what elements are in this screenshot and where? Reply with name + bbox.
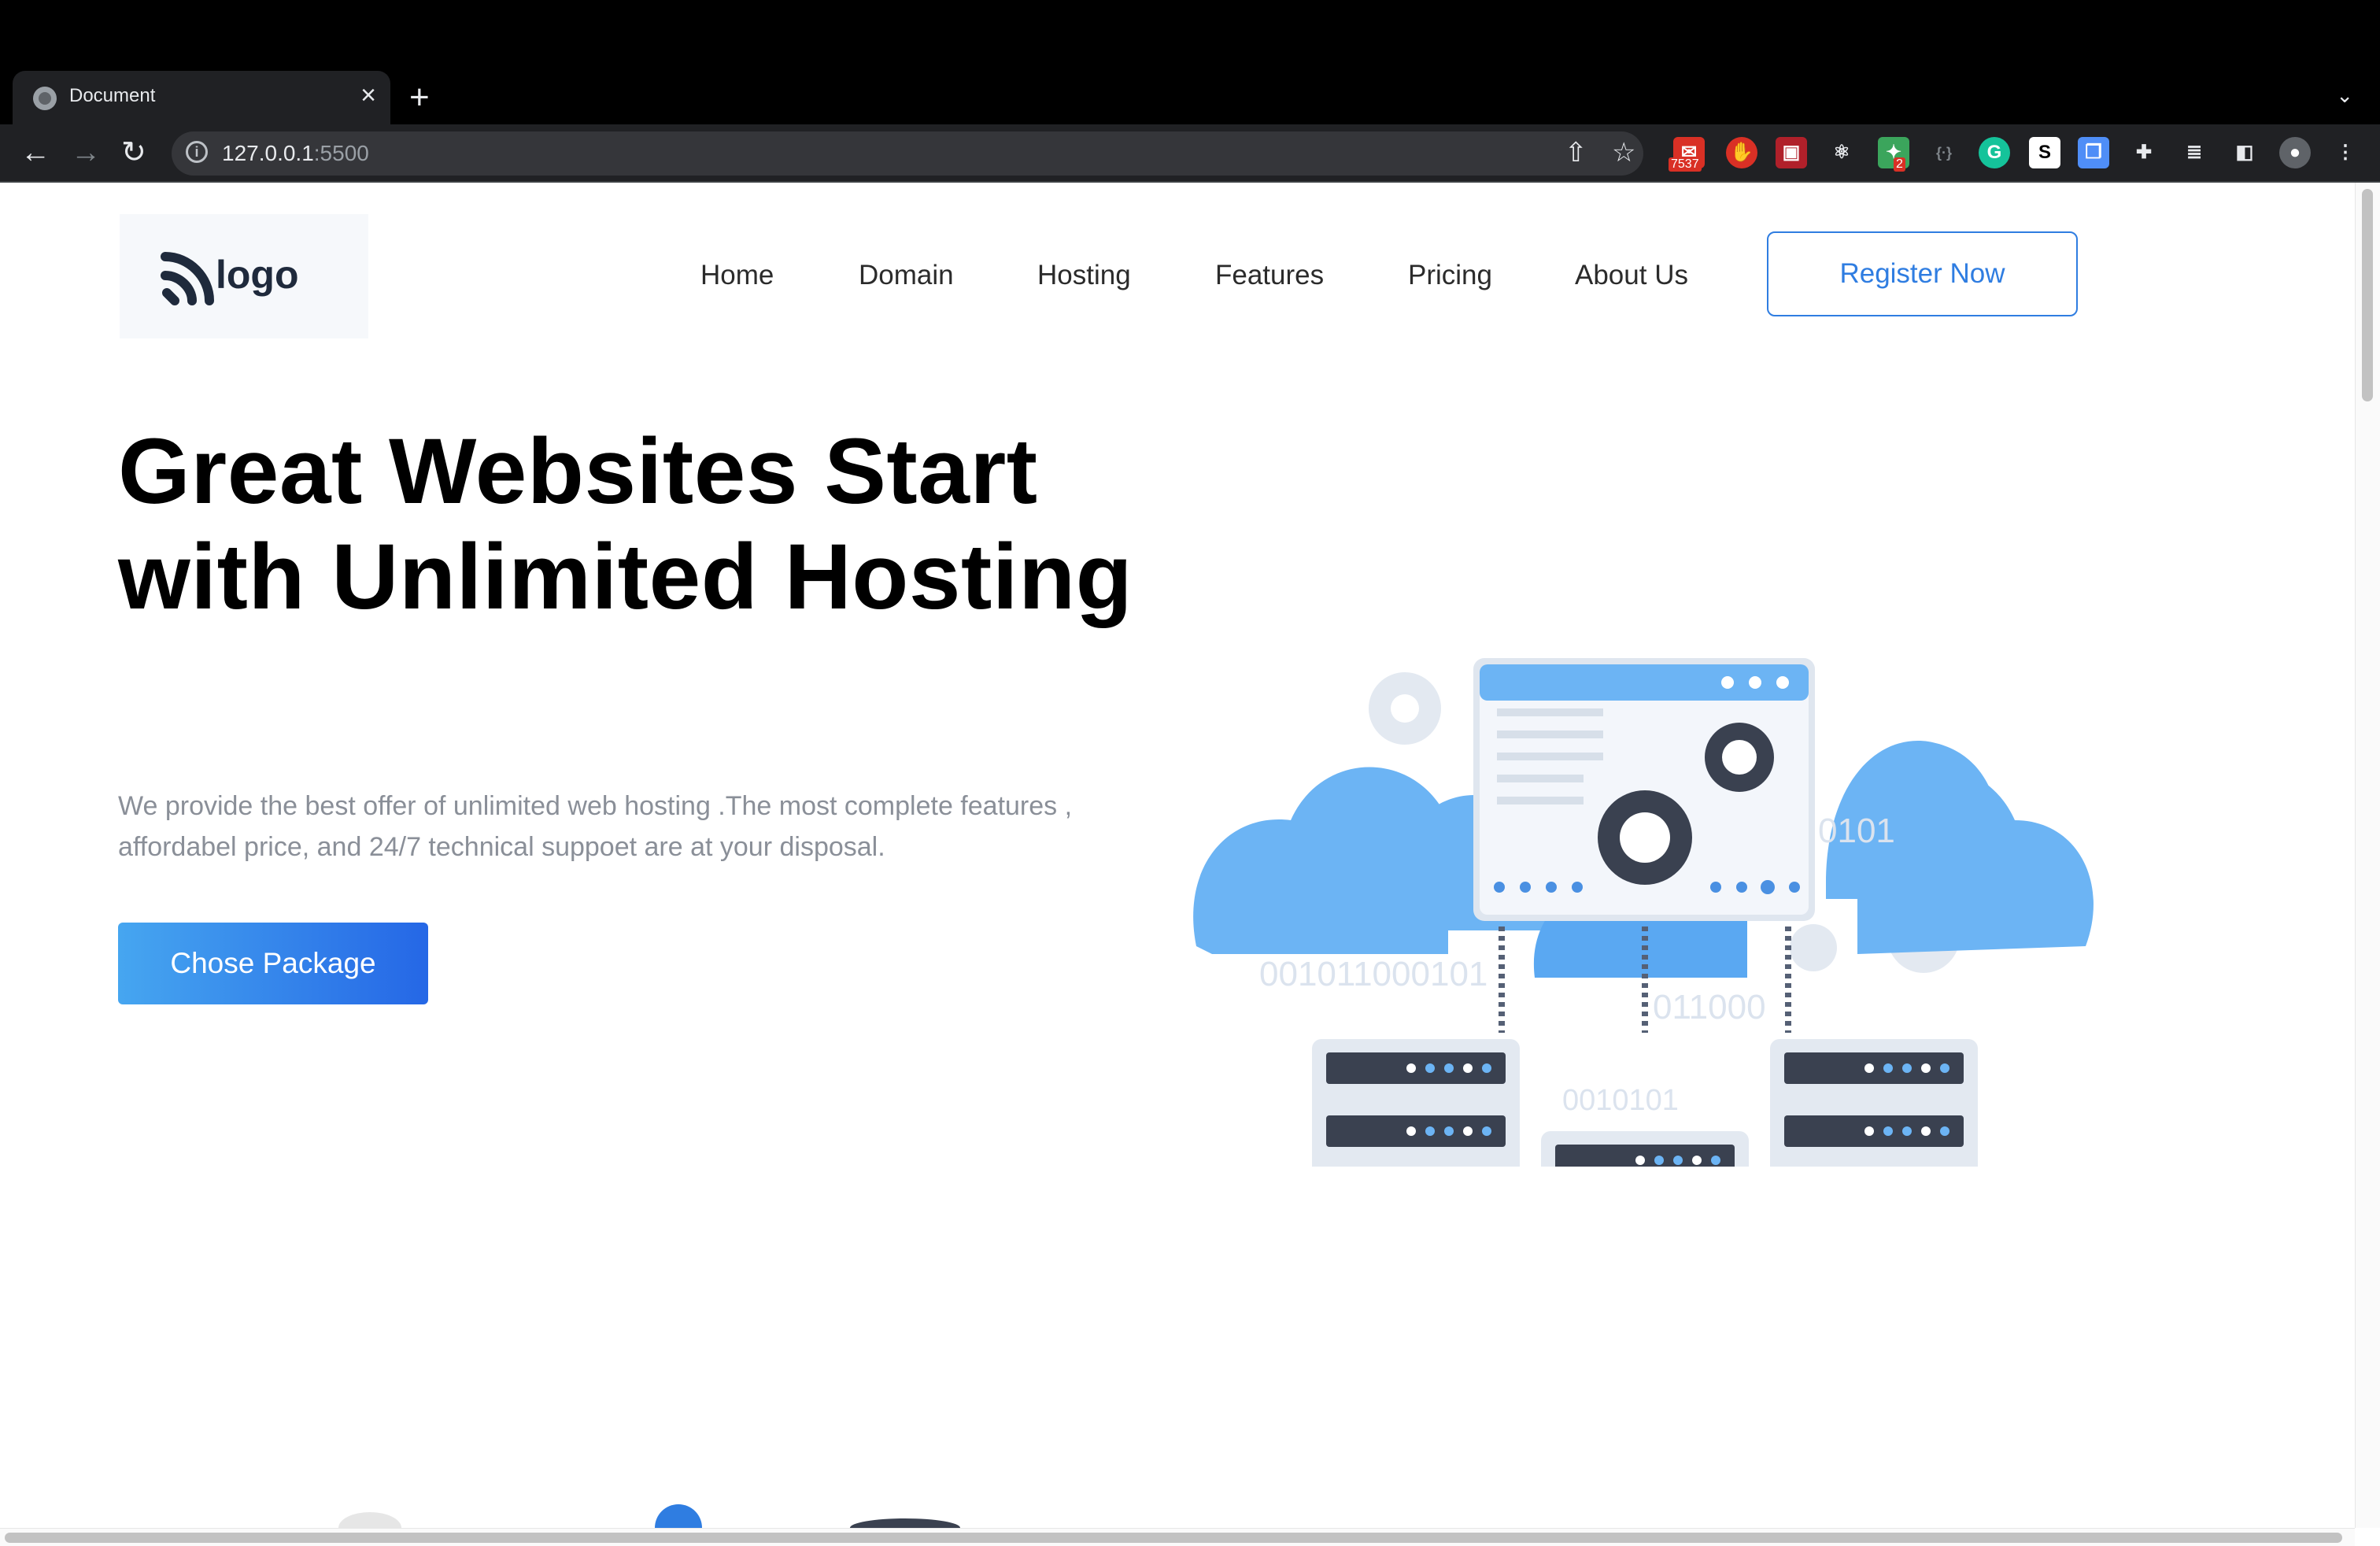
server-led: [1406, 1126, 1416, 1136]
server-led: [1482, 1126, 1491, 1136]
extensions-puzzle-icon[interactable]: ✚: [2128, 137, 2160, 168]
server-led: [1940, 1126, 1949, 1136]
server-led: [1883, 1063, 1893, 1073]
gear-icon: [655, 1504, 702, 1528]
server-rack-left: [1312, 1039, 1520, 1167]
decorative-gear-icon: [1790, 924, 1837, 971]
browser-tab[interactable]: Document ×: [13, 71, 390, 124]
server-led: [1654, 1156, 1664, 1165]
react-devtools-icon[interactable]: ⚛: [1826, 137, 1857, 168]
server-led: [1482, 1063, 1491, 1073]
adblock-extension-icon[interactable]: ✋: [1726, 137, 1757, 168]
server-led: [1406, 1063, 1416, 1073]
server-led: [1425, 1126, 1435, 1136]
server-led: [1444, 1126, 1454, 1136]
profile-avatar[interactable]: ●: [2279, 137, 2311, 168]
hero-description: We provide the best offer of unlimited w…: [118, 791, 1073, 862]
browser-chrome: Document × + ⌄ ← → ↻ i 127.0.0.1:5500 ⇧ …: [0, 0, 2380, 183]
tab-strip: Document × + ⌄: [0, 0, 2380, 124]
server-led: [1635, 1156, 1645, 1165]
grammarly-icon[interactable]: G: [1979, 137, 2010, 168]
nav-pricing[interactable]: Pricing: [1408, 260, 1492, 291]
cloud-icon: [1857, 767, 2094, 954]
site-logo[interactable]: logo: [120, 214, 368, 338]
server-led: [1864, 1126, 1874, 1136]
globe-icon: [33, 87, 57, 110]
multi-extension-icon[interactable]: ✦ 2: [1878, 137, 1909, 172]
tab-title: Document: [69, 85, 156, 106]
binary-text: 0101: [1818, 812, 1895, 850]
server-led: [1425, 1063, 1435, 1073]
web-page: logo Home Domain Hosting Features Pricin…: [0, 183, 2355, 1528]
next-section-preview: [338, 1504, 960, 1528]
binary-text: 0010101: [1562, 1084, 1679, 1117]
new-tab-button[interactable]: +: [409, 76, 430, 120]
code-extension-icon[interactable]: {·}: [1928, 137, 1960, 168]
bookmark-star-icon[interactable]: ☆: [1612, 137, 1635, 168]
binary-text: 001011000101: [1259, 955, 1488, 993]
server-led: [1444, 1063, 1454, 1073]
address-bar[interactable]: i 127.0.0.1:5500 ⇧ ☆: [172, 131, 1643, 176]
server-led: [1883, 1126, 1893, 1136]
server-led: [1463, 1126, 1473, 1136]
horizontal-scrollbar[interactable]: [0, 1528, 2355, 1546]
server-led: [1921, 1063, 1931, 1073]
server-rack-right: [1770, 1039, 1978, 1167]
decorative-gear-icon: [1369, 672, 1441, 745]
server-led: [1463, 1063, 1473, 1073]
reload-icon[interactable]: ↻: [121, 132, 146, 173]
nav-home[interactable]: Home: [700, 260, 774, 291]
media-controls-icon[interactable]: ≣: [2179, 137, 2210, 168]
docs-extension-icon[interactable]: ❐: [2078, 137, 2109, 168]
binary-text: 011000: [1653, 988, 1766, 1026]
mail-extension-icon[interactable]: ✉ 7537: [1669, 137, 1705, 172]
server-led: [1692, 1156, 1702, 1165]
image-extension-icon[interactable]: ▣: [1776, 137, 1807, 168]
nav-domain[interactable]: Domain: [859, 260, 954, 291]
s-extension-icon[interactable]: S: [2029, 137, 2060, 168]
vertical-scrollbar[interactable]: [2355, 183, 2380, 1528]
back-icon[interactable]: ←: [20, 132, 50, 173]
cloud-icon: [1193, 767, 1448, 954]
hero-title: Great Websites Start with Unlimited Host…: [118, 420, 1133, 629]
tab-search-icon[interactable]: ⌄: [2336, 83, 2353, 108]
window-panel: [1473, 658, 1815, 921]
nav-features[interactable]: Features: [1215, 260, 1324, 291]
register-now-button[interactable]: Register Now: [1767, 231, 2078, 316]
scrollbar-thumb[interactable]: [5, 1533, 2342, 1543]
server-led: [1902, 1063, 1912, 1073]
close-tab-icon[interactable]: ×: [360, 80, 376, 111]
hosting-illustration: 0101 001011000101 011000 0010101: [1193, 658, 2094, 1167]
share-icon[interactable]: ⇧: [1565, 137, 1587, 168]
server-led: [1940, 1063, 1949, 1073]
url-text: 127.0.0.1:5500: [222, 141, 369, 165]
browser-toolbar: ← → ↻ i 127.0.0.1:5500 ⇧ ☆ ✉ 7537 ✋ ▣ ⚛ ✦…: [0, 124, 2380, 183]
nav-hosting[interactable]: Hosting: [1037, 260, 1131, 291]
server-led: [1711, 1156, 1720, 1165]
logo-mark-icon: [161, 252, 214, 305]
server-led: [1864, 1063, 1874, 1073]
server-led: [1902, 1126, 1912, 1136]
nav-about-us[interactable]: About Us: [1575, 260, 1688, 291]
scrollbar-thumb[interactable]: [2362, 189, 2373, 401]
chose-package-button[interactable]: Chose Package: [118, 923, 428, 1004]
logo-text: logo: [216, 253, 299, 297]
side-panel-icon[interactable]: ◧: [2229, 137, 2260, 168]
site-info-icon[interactable]: i: [186, 141, 208, 163]
forward-icon[interactable]: →: [71, 132, 101, 173]
server-led: [1673, 1156, 1683, 1165]
server-led: [1921, 1126, 1931, 1136]
browser-menu-icon[interactable]: ⋮: [2330, 137, 2361, 168]
